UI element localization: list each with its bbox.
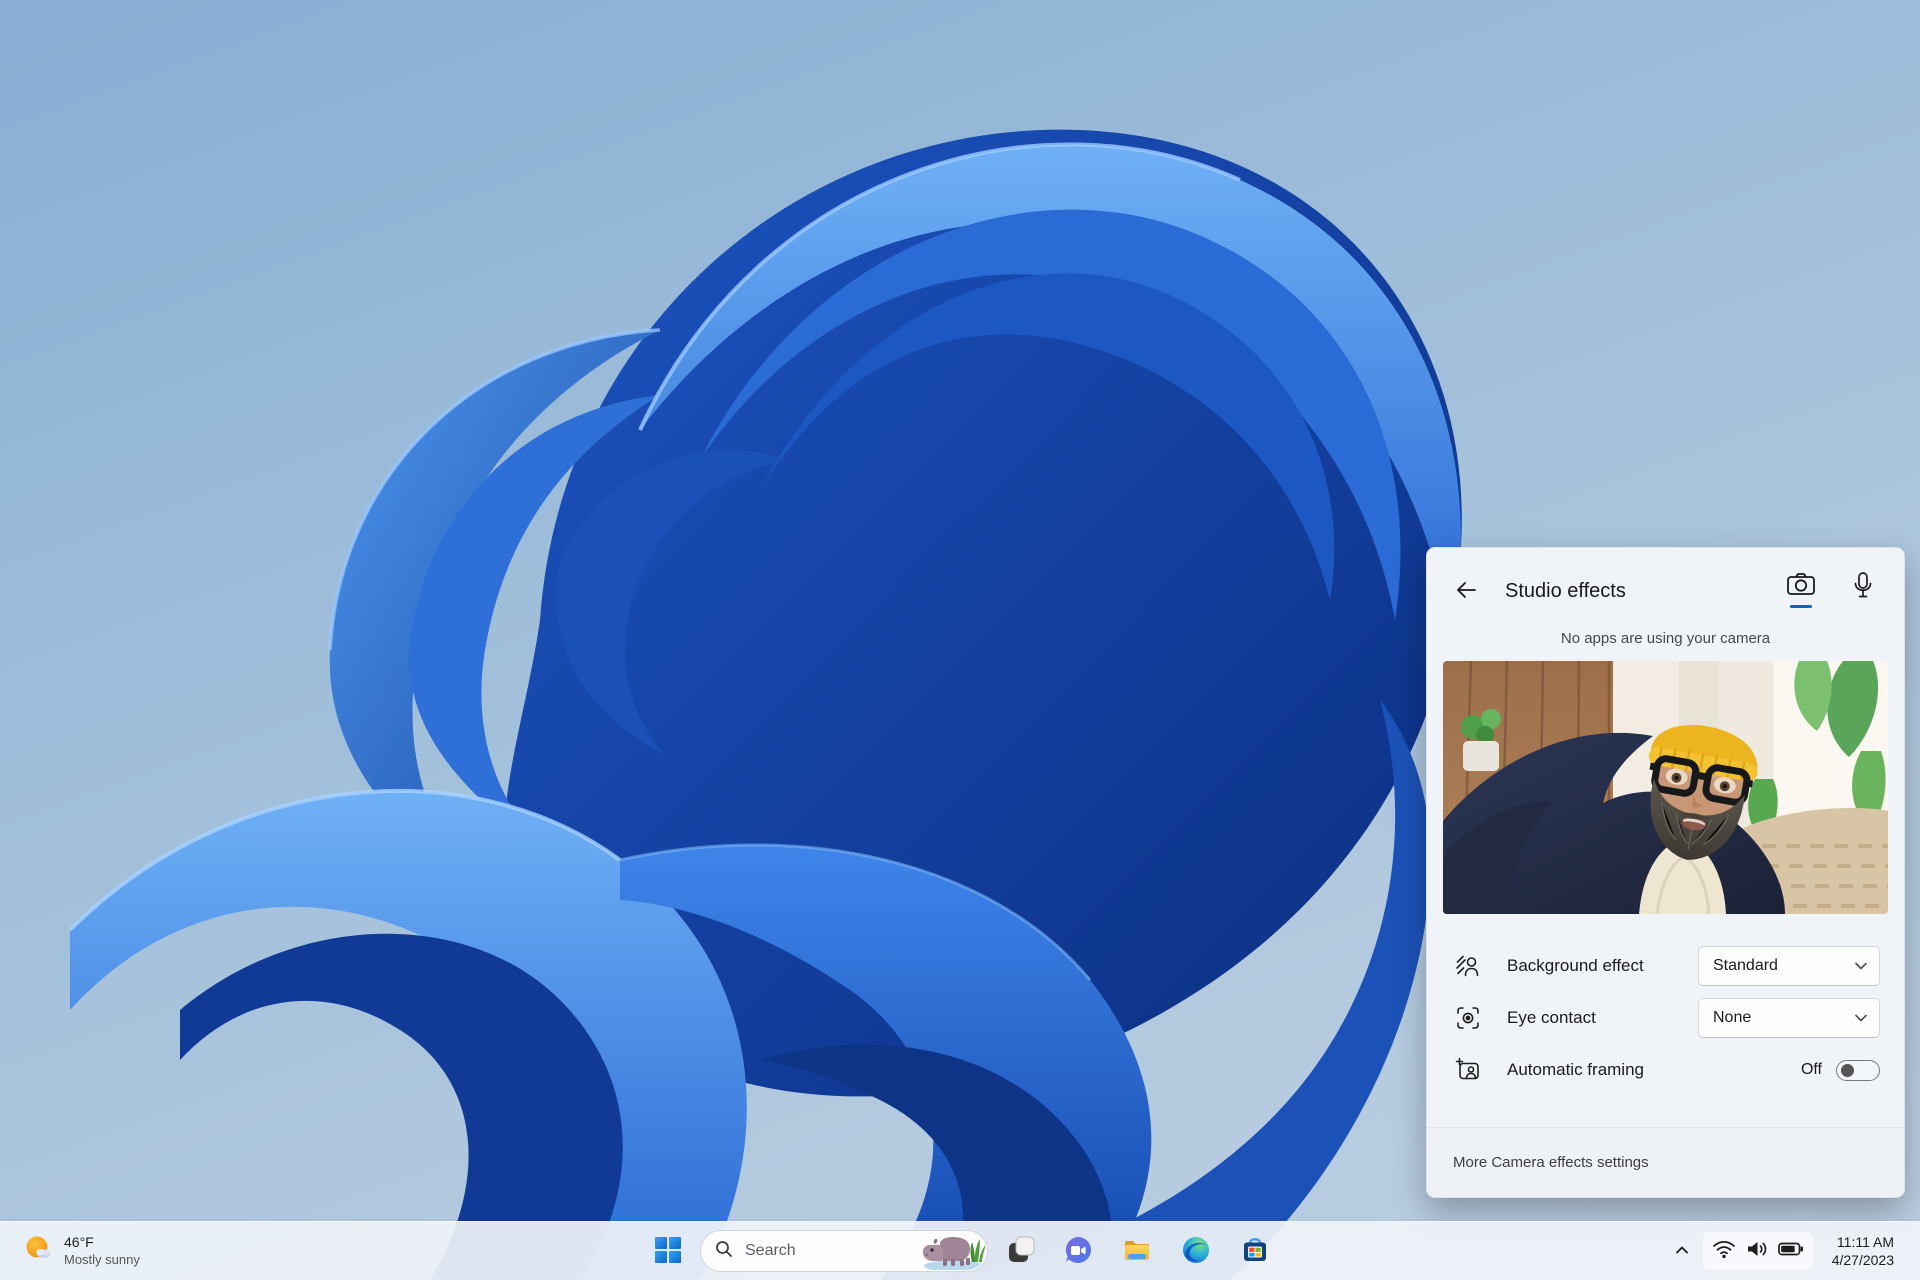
tab-camera[interactable] <box>1784 571 1818 611</box>
camera-status-text: No apps are using your camera <box>1560 630 1771 647</box>
chevron-down-icon <box>1855 957 1867 975</box>
tab-microphone[interactable] <box>1846 571 1880 611</box>
panel-footer: More Camera effects settings <box>1427 1127 1904 1197</box>
background-effect-icon <box>1455 953 1481 979</box>
camera-preview <box>1443 661 1888 914</box>
task-view-button[interactable] <box>999 1229 1043 1273</box>
eye-contact-icon <box>1455 1005 1481 1031</box>
edge-icon <box>1182 1236 1210 1267</box>
row-eye-contact: Eye contact None <box>1427 992 1904 1044</box>
file-explorer-button[interactable] <box>1115 1229 1159 1273</box>
toggle-state-label: Off <box>1800 1061 1822 1078</box>
device-tabs <box>1784 571 1880 611</box>
windows-logo-icon <box>655 1236 681 1266</box>
weather-widget[interactable]: 46°F Mostly sunny <box>14 1222 148 1280</box>
active-tab-indicator <box>1790 605 1812 608</box>
tray-overflow-button[interactable] <box>1664 1229 1700 1273</box>
eye-contact-dropdown[interactable]: None <box>1698 998 1880 1038</box>
chevron-up-icon <box>1672 1240 1692 1263</box>
studio-effects-flyout: Studio effects No apps are using your ca… <box>1426 547 1905 1198</box>
start-button[interactable] <box>646 1229 690 1273</box>
row-label: Background effect <box>1507 956 1644 975</box>
weather-condition: Mostly sunny <box>64 1251 140 1267</box>
panel-header: Studio effects <box>1427 548 1904 618</box>
weather-icon <box>22 1233 54 1270</box>
chevron-down-icon <box>1855 1009 1867 1027</box>
clock-date: 4/27/2023 <box>1831 1252 1894 1268</box>
dropdown-value: Standard <box>1713 957 1778 974</box>
taskbar-search-box[interactable] <box>700 1230 988 1272</box>
row-label: Eye contact <box>1507 1008 1596 1027</box>
panel-title: Studio effects <box>1505 579 1626 602</box>
taskbar: 46°F Mostly sunny Search 11:11 AM 4/27/2… <box>0 1221 1920 1280</box>
search-icon <box>715 1240 733 1263</box>
effects-rows: Background effect Standard Eye contact N… <box>1427 940 1904 1096</box>
microsoft-store-icon <box>1241 1236 1269 1267</box>
chat-icon <box>1064 1236 1092 1267</box>
row-label: Automatic framing <box>1507 1060 1644 1079</box>
clock-time: 11:11 AM <box>1836 1233 1894 1250</box>
row-automatic-framing: Automatic framing Off <box>1427 1044 1904 1096</box>
background-effect-dropdown[interactable]: Standard <box>1698 946 1880 986</box>
automatic-framing-toggle[interactable] <box>1836 1059 1880 1081</box>
file-explorer-icon <box>1123 1236 1151 1267</box>
clock[interactable]: 11:11 AM 4/27/2023 <box>1826 1222 1900 1280</box>
search-highlight-image[interactable] <box>920 1232 986 1270</box>
back-button[interactable] <box>1453 578 1479 604</box>
edge-button[interactable] <box>1174 1229 1218 1273</box>
camera-preview-image <box>1443 661 1888 914</box>
automatic-framing-icon <box>1455 1057 1481 1083</box>
toggle-knob <box>1841 1063 1854 1077</box>
wifi-icon <box>1712 1238 1736 1265</box>
more-camera-settings-link[interactable]: More Camera effects settings <box>1453 1154 1649 1171</box>
row-background-effect: Background effect Standard <box>1427 940 1904 992</box>
microsoft-store-button[interactable] <box>1233 1229 1277 1273</box>
microphone-icon <box>1852 571 1874 611</box>
quick-settings-button[interactable] <box>1702 1231 1814 1271</box>
dropdown-value: None <box>1713 1009 1752 1026</box>
back-arrow-icon <box>1455 581 1477 602</box>
chat-button[interactable] <box>1056 1229 1100 1273</box>
battery-icon <box>1778 1240 1804 1263</box>
weather-temperature: 46°F <box>64 1234 94 1251</box>
task-view-icon <box>1008 1236 1035 1266</box>
volume-icon <box>1745 1238 1769 1265</box>
